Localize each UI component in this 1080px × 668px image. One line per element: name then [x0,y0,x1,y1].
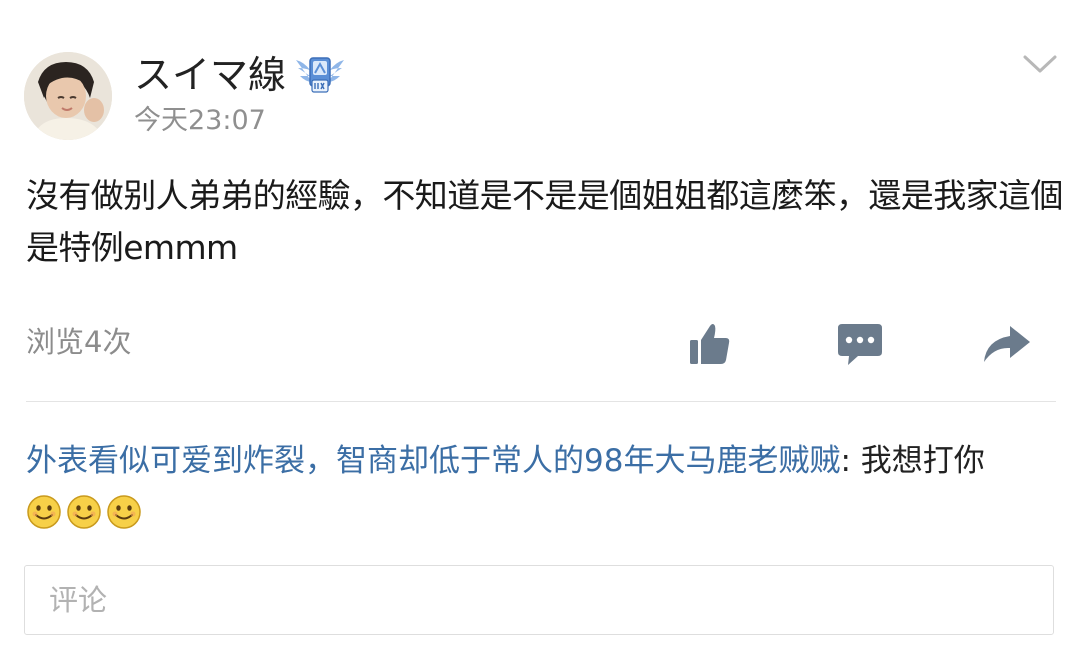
divider [26,401,1056,402]
smile-emoji-icon [107,495,141,529]
chevron-down-icon[interactable] [1022,52,1058,76]
comment-emoji-row [26,494,142,530]
share-arrow-icon [984,326,1030,362]
comment-bubble-icon [838,324,882,365]
smile-emoji-icon [27,495,61,529]
comment-separator: : [840,443,861,479]
view-count: 浏览4次 [26,325,132,359]
comment-input[interactable]: 评论 [24,565,1054,635]
thumbs-up-icon [690,324,730,364]
comment-button[interactable] [834,318,886,370]
comment-text: 我想打你 [860,443,985,479]
smile-emoji-icon [67,495,101,529]
author-name[interactable]: スイマ線 [134,52,286,98]
post-card: スイマ線 今天23:07 沒有做别人弟弟的經驗，不知道是不是是個姐姐都這麼笨，還… [0,0,1080,668]
post-timestamp: 今天23:07 [134,105,266,136]
comment-item: 外表看似可爱到炸裂，智商却低于常人的98年大马鹿老贼贼: 我想打你 [26,438,1056,484]
winged-level-badge-icon [294,54,346,96]
avatar[interactable] [24,52,112,140]
like-button[interactable] [684,318,736,370]
post-body-text: 沒有做别人弟弟的經驗，不知道是不是是個姐姐都這麼笨，還是我家這個是特例emmm [26,176,1063,267]
comment-input-placeholder: 评论 [49,583,108,617]
comment-author[interactable]: 外表看似可爱到炸裂，智商却低于常人的98年大马鹿老贼贼 [26,443,840,479]
share-button[interactable] [980,318,1032,370]
